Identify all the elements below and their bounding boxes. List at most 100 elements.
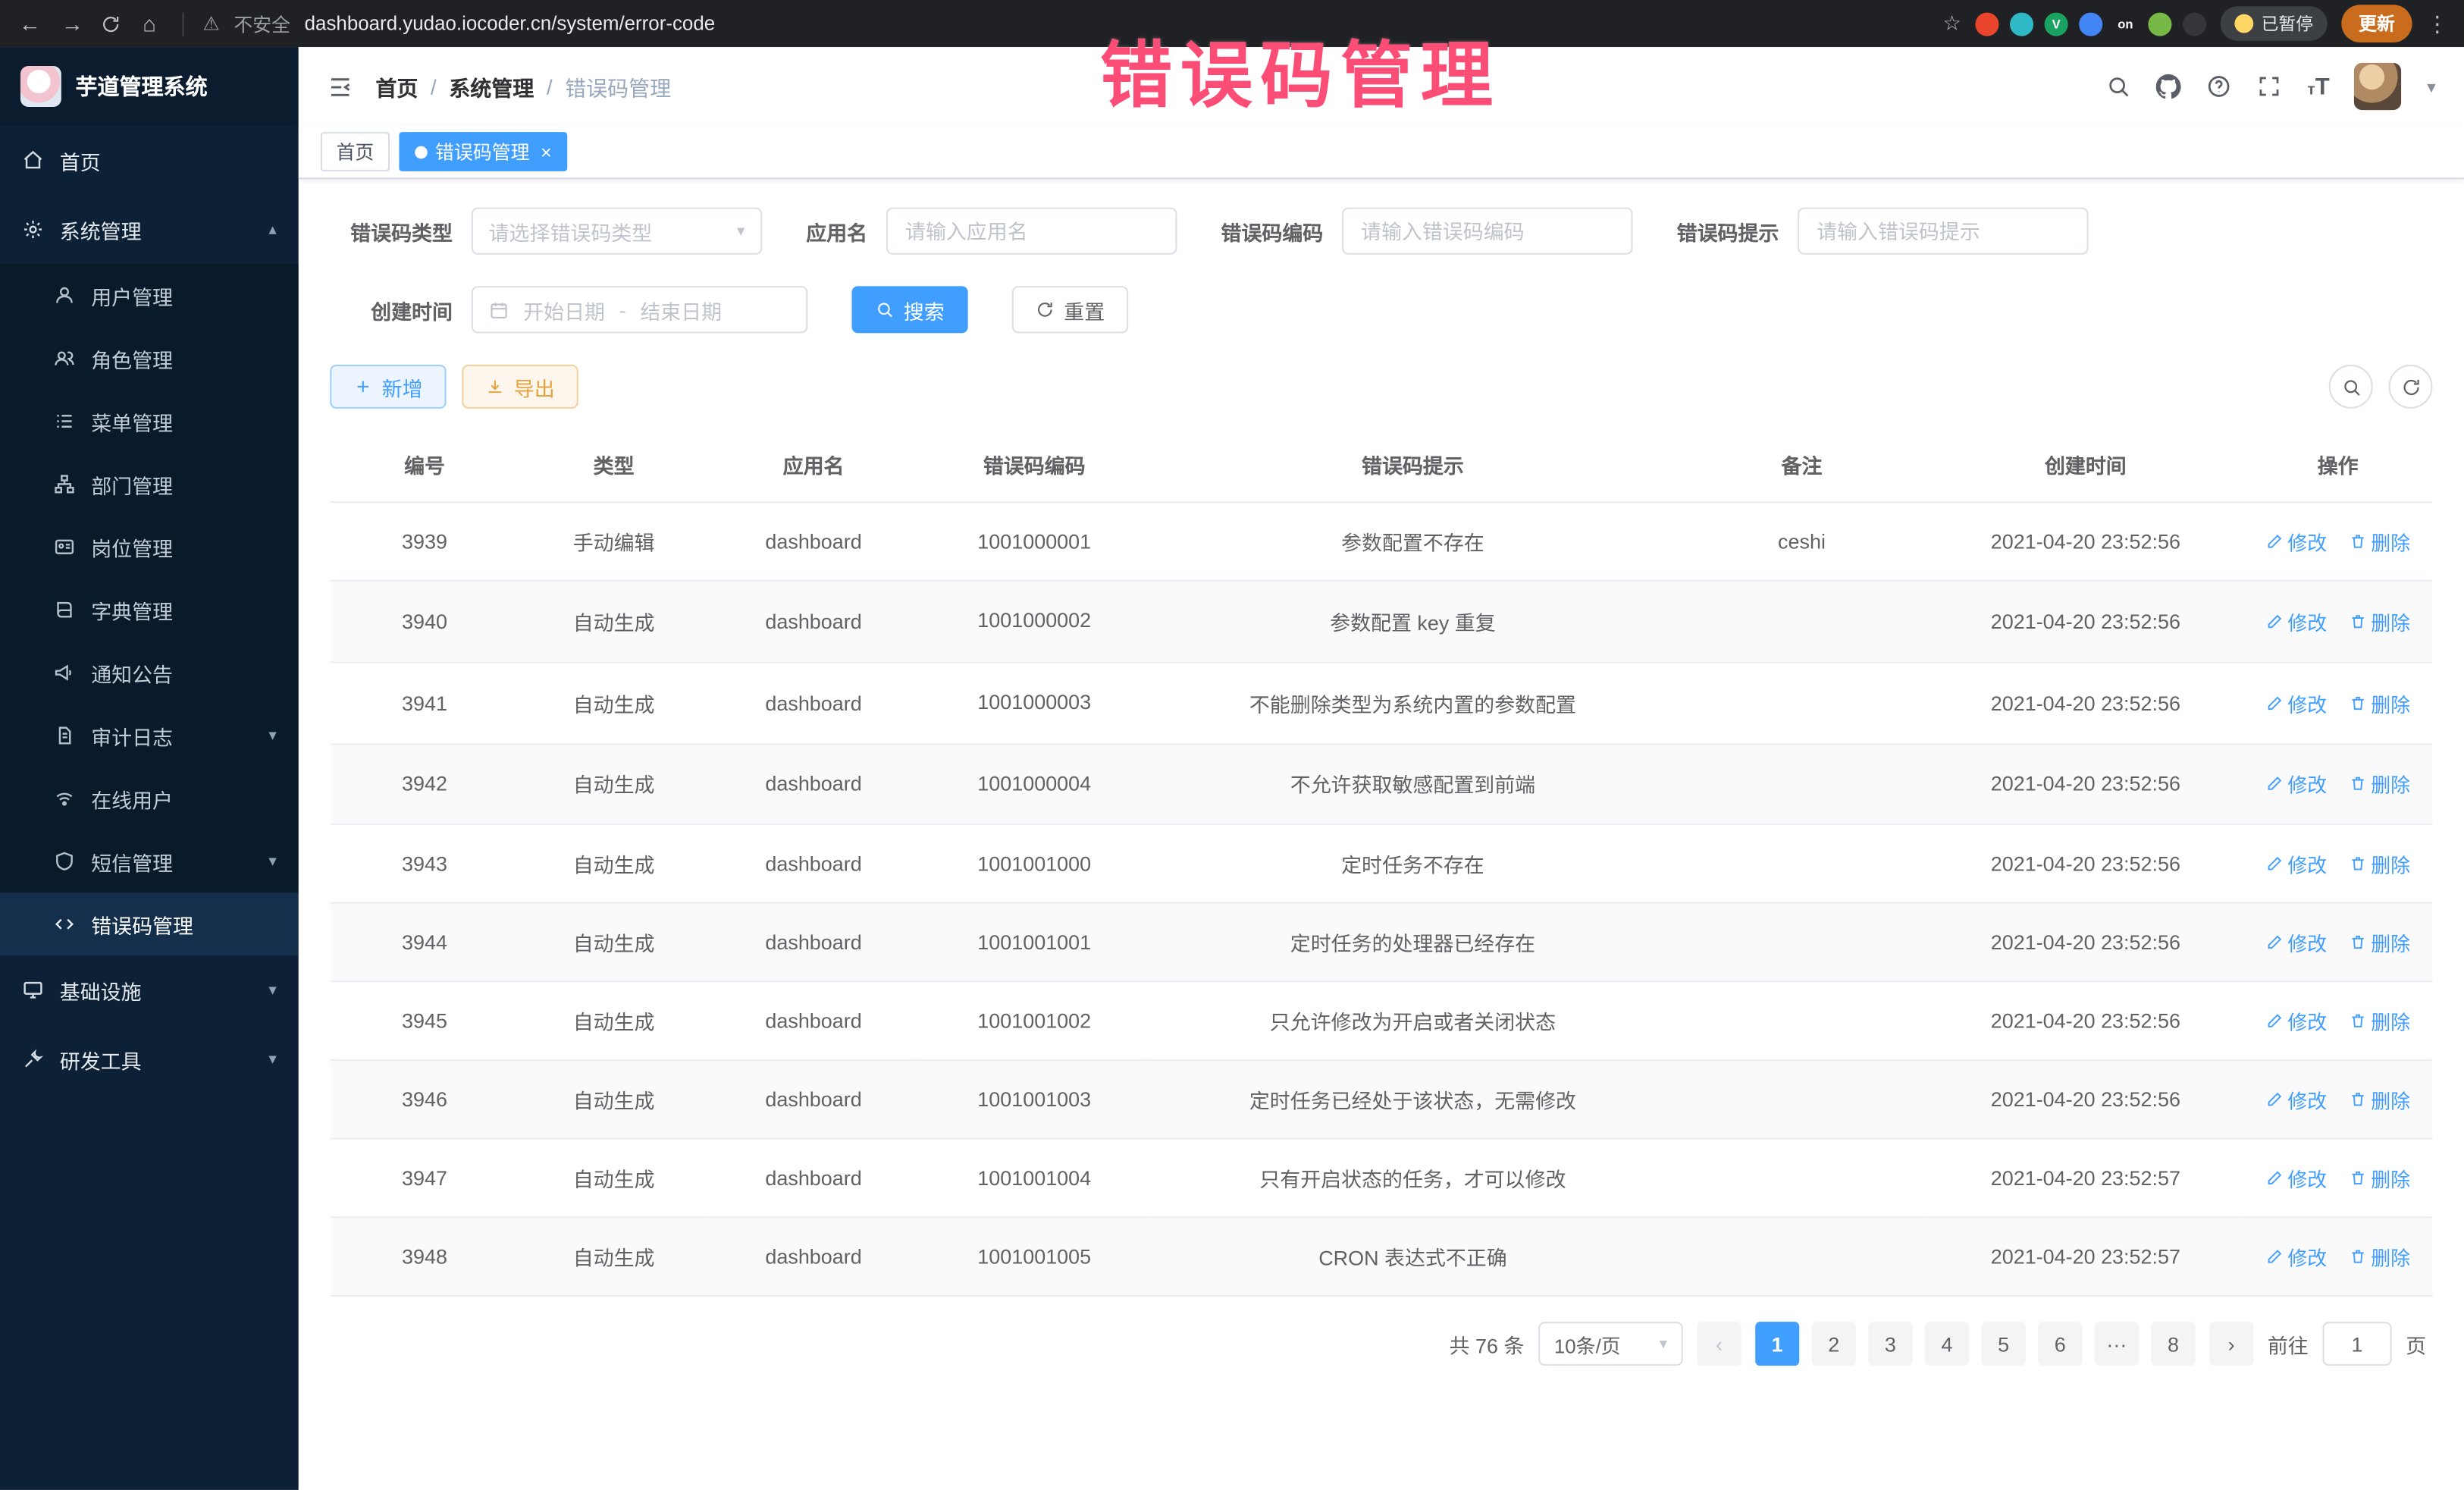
paused-chip[interactable]: 已暂停 (2221, 6, 2328, 41)
extension-icon[interactable]: on (2114, 12, 2137, 36)
sidebar-item-审计日志[interactable]: 审计日志▾ (0, 704, 299, 767)
browser-menu-icon[interactable]: ⋮ (2426, 10, 2448, 36)
update-button[interactable]: 更新 (2341, 5, 2412, 42)
page-button-6[interactable]: 6 (2038, 1322, 2082, 1366)
avatar[interactable] (2355, 63, 2402, 110)
page-button-3[interactable]: 3 (1868, 1322, 1912, 1366)
add-button[interactable]: 新增 (330, 365, 446, 409)
search-button[interactable]: 搜索 (851, 286, 967, 333)
app-name-input[interactable] (886, 208, 1177, 255)
toggle-search-button[interactable] (2329, 365, 2373, 409)
extension-icon[interactable] (1975, 12, 1998, 36)
edit-link[interactable]: 修改 (2265, 770, 2327, 799)
cell-hint: 不能删除类型为系统内置的参数配置 (1150, 662, 1676, 743)
table-header-row: 编号类型应用名错误码编码错误码提示备注创建时间操作 (330, 428, 2432, 502)
sidebar-item-部门管理[interactable]: 部门管理 (0, 453, 299, 516)
sidebar-item-岗位管理[interactable]: 岗位管理 (0, 516, 299, 579)
trash-icon (2349, 1091, 2366, 1109)
delete-link[interactable]: 删除 (2349, 1085, 2410, 1115)
refresh-table-button[interactable] (2389, 365, 2433, 409)
sidebar-item-系统管理[interactable]: 系统管理▴ (0, 195, 299, 264)
sidebar-item-通知公告[interactable]: 通知公告 (0, 641, 299, 704)
edit-link[interactable]: 修改 (2265, 1085, 2327, 1115)
edit-link[interactable]: 修改 (2265, 1006, 2327, 1036)
delete-link[interactable]: 删除 (2349, 1006, 2410, 1036)
breadcrumb-item[interactable]: 首页 (375, 71, 418, 102)
breadcrumb-item[interactable]: 系统管理 (449, 71, 534, 102)
page-button-5[interactable]: 5 (1982, 1322, 2026, 1366)
error-hint-input[interactable] (1798, 208, 2088, 255)
sidebar-item-字典管理[interactable]: 字典管理 (0, 579, 299, 641)
page-button-···[interactable]: ··· (2095, 1322, 2139, 1366)
sidebar-item-短信管理[interactable]: 短信管理▾ (0, 830, 299, 892)
next-page-button[interactable]: › (2209, 1322, 2253, 1366)
page-button-2[interactable]: 2 (1812, 1322, 1856, 1366)
forward-icon[interactable]: → (58, 11, 86, 36)
close-tab-icon[interactable]: × (541, 141, 552, 163)
hamburger-icon[interactable] (327, 73, 353, 99)
chevron-down-icon[interactable]: ▾ (2427, 77, 2435, 97)
page-size-select[interactable]: 10条/页 ▾ (1538, 1322, 1683, 1366)
edit-icon (2265, 694, 2283, 711)
goto-page-input[interactable] (2322, 1322, 2391, 1366)
delete-link[interactable]: 删除 (2349, 1164, 2410, 1194)
reload-icon[interactable] (101, 14, 121, 34)
edit-icon (2265, 533, 2283, 551)
delete-link[interactable]: 删除 (2349, 928, 2410, 958)
help-icon[interactable] (2207, 74, 2232, 99)
delete-link[interactable]: 删除 (2349, 1242, 2410, 1272)
edit-link[interactable]: 修改 (2265, 688, 2327, 717)
sidebar-item-在线用户[interactable]: 在线用户 (0, 767, 299, 830)
date-range-picker[interactable]: 开始日期 - 结束日期 (472, 286, 808, 333)
browser-home-icon[interactable]: ⌂ (135, 11, 163, 36)
sidebar-item-错误码管理[interactable]: 错误码管理 (0, 892, 299, 955)
prev-page-button[interactable]: ‹ (1697, 1322, 1741, 1366)
cell-id: 3940 (330, 581, 519, 662)
edit-link[interactable]: 修改 (2265, 1164, 2327, 1194)
github-icon[interactable] (2157, 74, 2182, 99)
bookmark-star-icon[interactable]: ☆ (1943, 11, 1961, 36)
error-type-select[interactable]: 请选择错误码类型 ▾ (472, 208, 762, 255)
url-text[interactable]: dashboard.yudao.iocoder.cn/system/error-… (305, 13, 716, 35)
logo[interactable]: 芋道管理系统 (0, 47, 299, 126)
sidebar-item-首页[interactable]: 首页 (0, 126, 299, 195)
sidebar-item-基础设施[interactable]: 基础设施▾ (0, 955, 299, 1024)
delete-link[interactable]: 删除 (2349, 688, 2410, 717)
tab-首页[interactable]: 首页 (321, 132, 390, 171)
cell-actions: 修改删除 (2243, 502, 2433, 581)
sidebar-item-研发工具[interactable]: 研发工具▾ (0, 1024, 299, 1093)
cell-id: 3944 (330, 904, 519, 983)
edit-link[interactable]: 修改 (2265, 928, 2327, 958)
trash-icon (2349, 533, 2366, 551)
extension-icon[interactable] (2079, 12, 2102, 36)
reset-button[interactable]: 重置 (1012, 286, 1128, 333)
cell-remark (1676, 1061, 1928, 1140)
edit-link[interactable]: 修改 (2265, 607, 2327, 636)
export-button[interactable]: 导出 (462, 365, 578, 409)
sidebar-item-角色管理[interactable]: 角色管理 (0, 327, 299, 390)
page-button-1[interactable]: 1 (1755, 1322, 1799, 1366)
tab-错误码管理[interactable]: 错误码管理× (399, 132, 567, 171)
search-icon[interactable] (2106, 74, 2131, 99)
delete-link[interactable]: 删除 (2349, 770, 2410, 799)
back-icon[interactable]: ← (16, 11, 44, 36)
cell-remark: ceshi (1676, 502, 1928, 581)
extension-icon[interactable] (2010, 12, 2033, 36)
extension-icon[interactable] (2183, 12, 2206, 36)
sidebar-item-菜单管理[interactable]: 菜单管理 (0, 390, 299, 453)
page-button-8[interactable]: 8 (2151, 1322, 2195, 1366)
extension-icon[interactable] (2148, 12, 2171, 36)
fullscreen-icon[interactable] (2257, 74, 2282, 99)
font-size-icon[interactable]: тT (2308, 73, 2330, 99)
sidebar-item-用户管理[interactable]: 用户管理 (0, 264, 299, 327)
edit-link[interactable]: 修改 (2265, 526, 2327, 556)
edit-link[interactable]: 修改 (2265, 1242, 2327, 1272)
security-label[interactable]: 不安全 (234, 10, 290, 36)
delete-link[interactable]: 删除 (2349, 526, 2410, 556)
delete-link[interactable]: 删除 (2349, 607, 2410, 636)
extension-icon[interactable]: V (2045, 12, 2068, 36)
edit-link[interactable]: 修改 (2265, 849, 2327, 879)
error-code-input[interactable] (1342, 208, 1632, 255)
page-button-4[interactable]: 4 (1925, 1322, 1969, 1366)
delete-link[interactable]: 删除 (2349, 849, 2410, 879)
